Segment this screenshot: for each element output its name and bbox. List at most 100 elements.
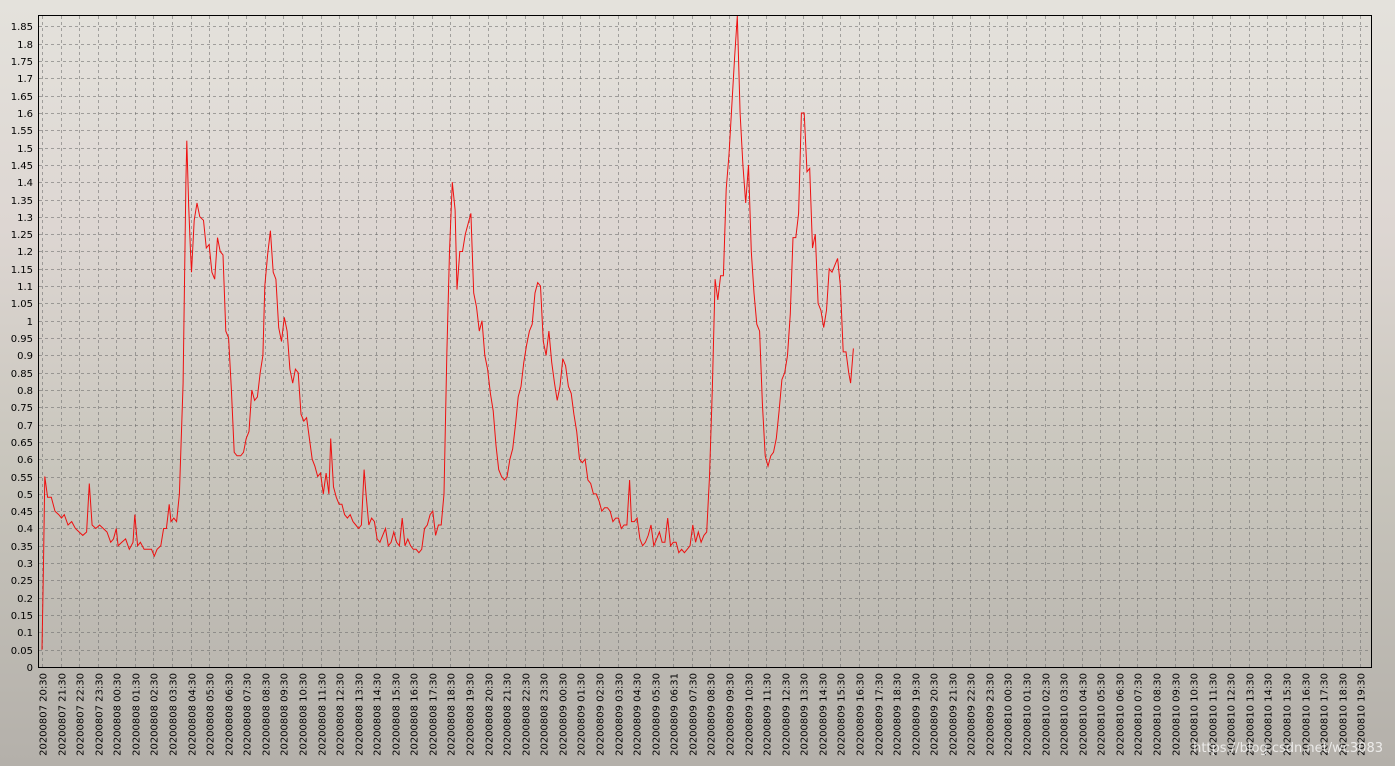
y-tick-label: 1.25 — [11, 230, 33, 241]
y-tick-label: 1 — [27, 317, 33, 328]
y-tick-label: 0.35 — [11, 542, 33, 553]
x-tick-label: 20200809 07:30 — [689, 673, 700, 756]
y-tick-label: 1.5 — [17, 144, 33, 155]
line-chart: 0 0.05 0.1 0.15 0.2 0.25 0.3 0.35 0.4 0.45 0.5 0.55… — [11, 15, 1383, 756]
x-tick-label: 20200808 05:30 — [206, 673, 217, 756]
y-tick-label: 0.65 — [11, 438, 33, 449]
x-tick-label: 20200810 00:30 — [1004, 673, 1015, 756]
x-tick-label: 20200808 03:30 — [169, 673, 180, 756]
x-tick-label: 20200809 16:30 — [856, 673, 867, 756]
x-tick-label: 20200809 14:30 — [819, 673, 830, 756]
x-tick-label: 20200809 12:30 — [782, 673, 793, 756]
y-tick-label: 0.7 — [17, 421, 33, 432]
y-tick-label: 1.05 — [11, 299, 33, 310]
x-tick-label: 20200808 09:30 — [280, 673, 291, 756]
y-tick-label: 1.85 — [11, 22, 33, 33]
x-tick-label: 20200807 23:30 — [95, 673, 106, 756]
x-tick-label: 20200809 20:30 — [930, 673, 941, 756]
x-tick-label: 20200808 15:30 — [392, 673, 403, 756]
x-tick-label: 20200808 02:30 — [150, 673, 161, 756]
x-tick-label: 20200808 11:30 — [318, 673, 329, 756]
x-tick-label: 20200810 03:30 — [1060, 673, 1071, 756]
x-tick-label: 20200808 00:30 — [113, 673, 124, 756]
y-tick-label: 0.95 — [11, 334, 33, 345]
x-tick-label: 20200809 03:30 — [615, 673, 626, 756]
x-tick-label: 20200808 12:30 — [336, 673, 347, 756]
x-tick-label: 20200808 06:30 — [225, 673, 236, 756]
x-tick-label: 20200808 21:30 — [503, 673, 514, 756]
x-tick-label: 20200810 05:30 — [1097, 673, 1108, 756]
x-tick-label: 20200809 09:30 — [726, 673, 737, 756]
grid-lines — [39, 16, 1371, 667]
y-tick-label: 1.8 — [17, 40, 33, 51]
x-tick-label: 20200810 01:30 — [1023, 673, 1034, 756]
y-tick-label: 0.05 — [11, 646, 33, 657]
x-tick-label: 20200809 08:30 — [707, 673, 718, 756]
y-tick-label: 1.55 — [11, 126, 33, 137]
x-tick-label: 20200809 11:30 — [763, 673, 774, 756]
series-line — [41, 15, 854, 650]
x-tick-label: 20200809 04:30 — [633, 673, 644, 756]
y-tick-label: 0.75 — [11, 403, 33, 414]
y-tick-label: 0.2 — [17, 594, 33, 605]
x-tick-label: 20200808 23:30 — [540, 673, 551, 756]
x-tick-label: 20200808 04:30 — [188, 673, 199, 756]
y-tick-label: 0.1 — [17, 628, 33, 639]
x-tick-label: 20200809 05:30 — [652, 673, 663, 756]
y-tick-label: 0.6 — [17, 455, 33, 466]
x-tick-label: 20200810 06:30 — [1116, 673, 1127, 756]
x-tick-label: 20200809 23:30 — [986, 673, 997, 756]
y-axis-tick-labels: 0 0.05 0.1 0.15 0.2 0.25 0.3 0.35 0.4 0.45 0.5 0.55… — [11, 22, 33, 674]
y-tick-label: 1.35 — [11, 196, 33, 207]
x-tick-label: 20200808 10:30 — [299, 673, 310, 756]
y-tick-label: 1.2 — [17, 247, 33, 258]
y-tick-label: 1.4 — [17, 178, 33, 189]
x-tick-label: 20200809 17:30 — [875, 673, 886, 756]
y-tick-label: 1.1 — [17, 282, 33, 293]
x-tick-label: 20200809 15:30 — [837, 673, 848, 756]
y-tick-label: 0.45 — [11, 507, 33, 518]
x-axis-tick-labels: 20200807 20:30 20200807 21:30 20200807 22:… — [39, 673, 1368, 756]
x-tick-label: 20200807 21:30 — [58, 673, 69, 756]
x-tick-label: 20200808 18:30 — [447, 673, 458, 756]
x-tick-label: 20200810 07:30 — [1134, 673, 1145, 756]
y-tick-label: 1.75 — [11, 57, 33, 68]
x-tick-label: 20200809 13:30 — [800, 673, 811, 756]
x-tick-label: 20200808 07:30 — [243, 673, 254, 756]
y-tick-label: 0.9 — [17, 351, 33, 362]
x-tick-label: 20200809 06:31 — [670, 673, 681, 756]
x-tick-label: 20200809 02:30 — [596, 673, 607, 756]
x-tick-label: 20200808 13:30 — [355, 673, 366, 756]
y-tick-label: 0.15 — [11, 611, 33, 622]
x-tick-label: 20200810 08:30 — [1153, 673, 1164, 756]
watermark-text: https://blog.csdn.net/wc3083 — [1193, 741, 1383, 756]
x-tick-label: 20200810 04:30 — [1079, 673, 1090, 756]
x-tick-label: 20200809 19:30 — [912, 673, 923, 756]
x-tick-label: 20200808 22:30 — [522, 673, 533, 756]
y-tick-label: 1.45 — [11, 161, 33, 172]
y-tick-label: 0.8 — [17, 386, 33, 397]
y-tick-label: 0.25 — [11, 576, 33, 587]
x-tick-label: 20200809 10:30 — [745, 673, 756, 756]
y-tick-label: 0.85 — [11, 369, 33, 380]
y-tick-label: 1.7 — [17, 74, 33, 85]
x-tick-label: 20200807 20:30 — [39, 673, 50, 756]
x-tick-label: 20200809 01:30 — [577, 673, 588, 756]
x-tick-label: 20200808 01:30 — [132, 673, 143, 756]
x-tick-label: 20200809 22:30 — [967, 673, 978, 756]
x-tick-label: 20200807 22:30 — [76, 673, 87, 756]
x-tick-label: 20200809 18:30 — [893, 673, 904, 756]
x-tick-label: 20200808 20:30 — [485, 673, 496, 756]
x-tick-label: 20200808 08:30 — [262, 673, 273, 756]
x-tick-label: 20200809 21:30 — [949, 673, 960, 756]
y-tick-label: 0 — [27, 663, 33, 674]
y-tick-label: 1.65 — [11, 92, 33, 103]
x-tick-label: 20200808 17:30 — [429, 673, 440, 756]
x-tick-label: 20200808 14:30 — [373, 673, 384, 756]
y-tick-label: 0.4 — [17, 524, 33, 535]
x-tick-label: 20200810 02:30 — [1042, 673, 1053, 756]
y-tick-label: 0.5 — [17, 490, 33, 501]
x-tick-label: 20200810 09:30 — [1172, 673, 1183, 756]
x-tick-label: 20200808 16:30 — [410, 673, 421, 756]
y-tick-label: 1.6 — [17, 109, 33, 120]
